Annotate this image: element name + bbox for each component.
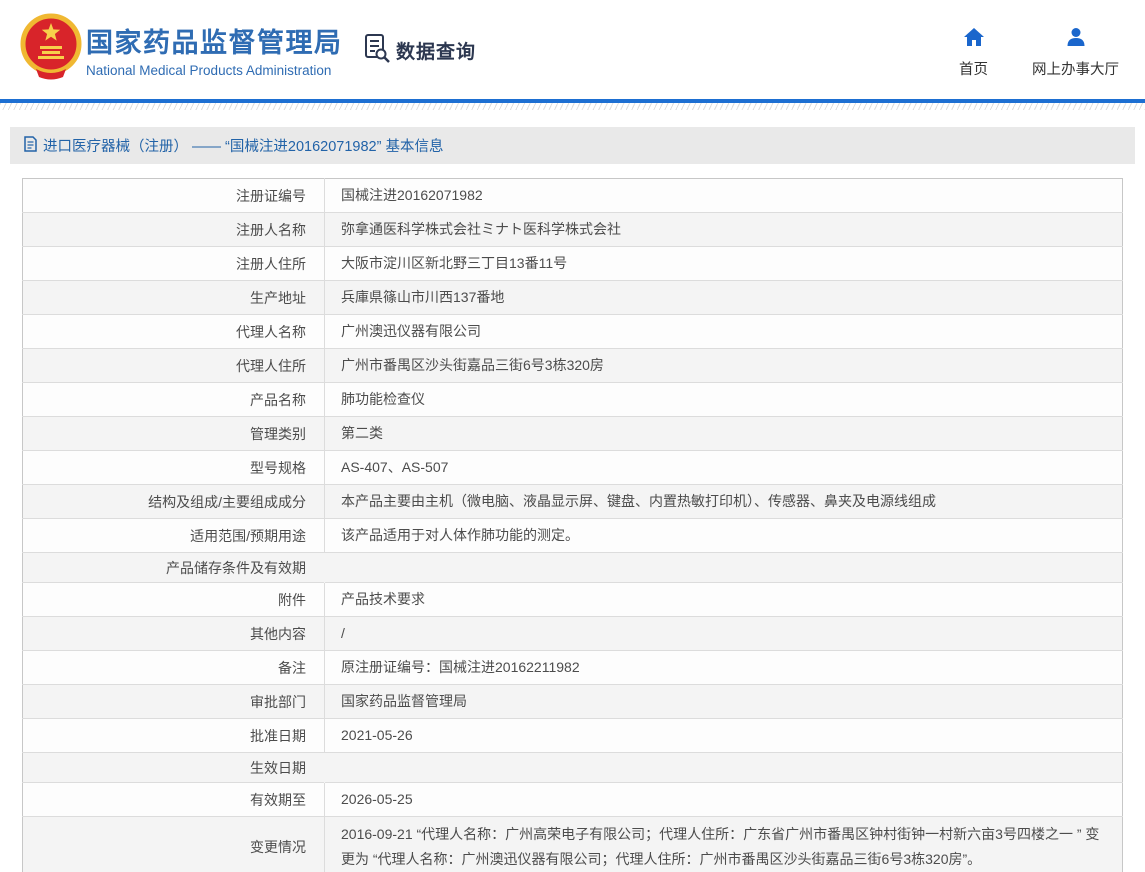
breadcrumb-text: 进口医疗器械（注册） —— “国械注进20162071982” 基本信息 [43,139,444,155]
nav-service-hall-label: 网上办事大厅 [1032,62,1119,78]
row-label: 其他内容 [22,616,325,651]
table-row: 生产地址 兵庫県篠山市川西137番地 [22,280,1123,315]
document-icon [24,135,37,156]
nav-item-home[interactable]: 首页 [959,27,988,79]
table-row: 其他内容 / [22,616,1123,651]
row-label: 批准日期 [22,718,325,753]
row-label: 审批部门 [22,684,325,719]
row-label: 生效日期 [22,752,325,783]
table-row: 注册证编号 国械注进20162071982 [22,178,1123,213]
row-value: 本产品主要由主机（微电脑、液晶显示屏、键盘、内置热敏打印机）、传感器、鼻夹及电源… [324,484,1123,519]
row-value [324,552,1123,583]
row-value: AS-407、AS-507 [324,450,1123,485]
table-row: 备注 原注册证编号：国械注进20162211982 [22,650,1123,685]
row-label: 变更情况 [22,816,325,872]
row-value: / [324,616,1123,651]
table-row: 产品储存条件及有效期 [22,552,1123,583]
table-row: 代理人名称 广州澳迅仪器有限公司 [22,314,1123,349]
info-table: 注册证编号 国械注进20162071982 注册人名称 弥拿通医科学株式会社ミナト医科… [22,178,1123,872]
table-row: 型号规格 AS-407、AS-507 [22,450,1123,485]
table-row: 适用范围/预期用途 该产品适用于对人体作肺功能的测定。 [22,518,1123,553]
table-row: 生效日期 [22,752,1123,783]
table-row: 产品名称 肺功能检查仪 [22,382,1123,417]
top-nav: 首页 网上办事大厅 [959,27,1119,79]
table-row: 注册人住所 大阪市淀川区新北野三丁目13番11号 [22,246,1123,281]
row-label: 适用范围/预期用途 [22,518,325,553]
row-value: 肺功能检查仪 [324,382,1123,417]
table-row: 代理人住所 广州市番禺区沙头街嘉品三街6号3栋320房 [22,348,1123,383]
row-label: 代理人名称 [22,314,325,349]
row-label: 备注 [22,650,325,685]
row-label: 型号规格 [22,450,325,485]
row-label: 产品名称 [22,382,325,417]
nav-item-service-hall[interactable]: 网上办事大厅 [1032,27,1119,79]
national-emblem-icon [20,13,82,80]
row-label: 生产地址 [22,280,325,315]
table-row: 变更情况 2016-09-21 “代理人名称：广州高荣电子有限公司；代理人住所：广… [22,816,1123,872]
table-row: 结构及组成/主要组成成分 本产品主要由主机（微电脑、液晶显示屏、键盘、内置热敏打印… [22,484,1123,519]
row-value: 2021-05-26 [324,718,1123,753]
user-icon [1065,27,1087,52]
row-value: 国家药品监督管理局 [324,684,1123,719]
row-value: 广州澳迅仪器有限公司 [324,314,1123,349]
table-row: 批准日期 2021-05-26 [22,718,1123,753]
nav-home-label: 首页 [959,62,988,78]
row-value: 原注册证编号：国械注进20162211982 [324,650,1123,685]
row-value: 产品技术要求 [324,582,1123,617]
row-value [324,752,1123,783]
registration-info-section: 注册证编号 国械注进20162071982 注册人名称 弥拿通医科学株式会社ミナト医科… [22,178,1123,872]
info-table-body: 注册证编号 国械注进20162071982 注册人名称 弥拿通医科学株式会社ミナト医科… [22,178,1123,872]
breadcrumb: 进口医疗器械（注册） —— “国械注进20162071982” 基本信息 [10,127,1135,164]
table-row: 审批部门 国家药品监督管理局 [22,684,1123,719]
row-label: 管理类别 [22,416,325,451]
row-value: 兵庫県篠山市川西137番地 [324,280,1123,315]
table-row: 附件 产品技术要求 [22,582,1123,617]
site-title-block: 国家药品监督管理局 National Medical Products Admi… [86,21,343,78]
row-label: 注册证编号 [236,187,306,204]
row-value: 大阪市淀川区新北野三丁目13番11号 [324,246,1123,281]
row-label: 注册人住所 [22,246,325,281]
data-query-icon [363,33,391,68]
row-label: 产品储存条件及有效期 [22,552,325,583]
table-row: 注册人名称 弥拿通医科学株式会社ミナト医科学株式会社 [22,212,1123,247]
org-name-cn: 国家药品监督管理局 [86,28,343,58]
hatch-texture-strip [0,103,1145,110]
row-value: 该产品适用于对人体作肺功能的测定。 [324,518,1123,553]
row-value: 2016-09-21 “代理人名称：广州高荣电子有限公司；代理人住所：广东省广州… [324,816,1123,872]
row-label: 代理人住所 [22,348,325,383]
row-value: 国械注进20162071982 [324,178,1123,213]
data-query-section: 数据查询 [363,33,476,68]
data-query-label: 数据查询 [396,42,477,63]
row-value: 弥拿通医科学株式会社ミナト医科学株式会社 [324,212,1123,247]
row-value: 广州市番禺区沙头街嘉品三街6号3栋320房 [324,348,1123,383]
table-row: 有效期至 2026-05-25 [22,782,1123,817]
row-value: 第二类 [324,416,1123,451]
row-label: 结构及组成/主要组成成分 [22,484,325,519]
home-icon [963,27,985,52]
site-header: 国家药品监督管理局 National Medical Products Admi… [0,0,1145,99]
row-label: 注册人名称 [22,212,325,247]
row-label: 有效期至 [22,782,325,817]
national-emblem-logo [18,13,84,83]
org-name-en: National Medical Products Administration [86,63,332,78]
row-value: 2026-05-25 [324,782,1123,817]
table-row: 管理类别 第二类 [22,416,1123,451]
row-label: 附件 [22,582,325,617]
